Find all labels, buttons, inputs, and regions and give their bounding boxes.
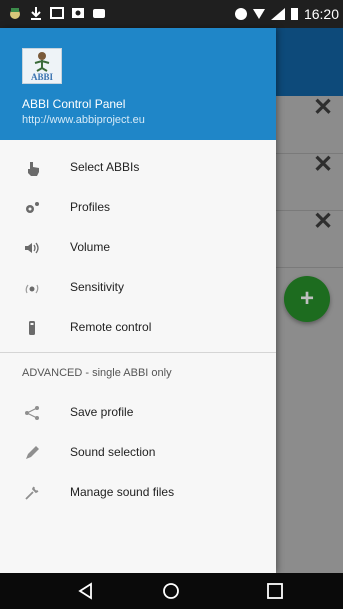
screenshot-icon [50, 7, 64, 19]
menu-item-remote-control[interactable]: Remote control [0, 308, 276, 348]
back-icon[interactable] [77, 582, 95, 600]
wrench-icon [25, 486, 39, 500]
pencil-icon [26, 446, 39, 459]
notification-android-icon [10, 8, 20, 19]
logo-text: ABBI [30, 72, 53, 82]
menu-item-label: Volume [70, 240, 111, 254]
image-icon [72, 8, 84, 18]
menu-item-select-abbis[interactable]: Select ABBIs [0, 148, 276, 188]
menu-item-label: Manage sound files [70, 485, 175, 499]
system-navigation-bar [0, 573, 343, 609]
drawer-menu: Select ABBIs Profiles Volume Sensitivity… [0, 148, 276, 513]
menu-item-label: Select ABBIs [70, 160, 140, 174]
menu-item-save-profile[interactable]: Save profile [0, 393, 276, 433]
drawer-header: ABBI ABBI Control Panel http://www.abbip… [0, 28, 276, 140]
remove-icon[interactable]: ✕ [311, 96, 335, 120]
menu-item-label: Remote control [70, 320, 152, 334]
status-bar: 16:20 [0, 0, 343, 28]
menu-item-sound-selection[interactable]: Sound selection [0, 433, 276, 473]
logo-figure-icon [34, 52, 50, 72]
battery-icon [290, 8, 298, 20]
add-button[interactable]: + [284, 276, 330, 322]
remove-icon[interactable]: ✕ [311, 153, 335, 177]
recents-icon[interactable] [266, 582, 284, 600]
remove-icon[interactable]: ✕ [311, 210, 335, 234]
hand-pointer-icon [28, 162, 39, 176]
signal-icon [270, 8, 285, 20]
menu-item-profiles[interactable]: Profiles [0, 188, 276, 228]
menu-item-label: Sound selection [70, 445, 156, 459]
volume-icon [25, 242, 39, 254]
message-icon [93, 9, 105, 18]
sensitivity-icon [25, 284, 39, 294]
abbi-logo: ABBI [22, 48, 62, 84]
menu-item-label: Profiles [70, 200, 111, 214]
share-icon [25, 406, 39, 420]
menu-item-label: Save profile [70, 405, 134, 419]
menu-item-manage-sound-files[interactable]: Manage sound files [0, 473, 276, 513]
home-icon[interactable] [162, 582, 180, 600]
status-time: 16:20 [303, 6, 339, 22]
menu-item-label: Sensitivity [70, 280, 125, 294]
download-icon [31, 7, 41, 20]
remote-icon [29, 321, 35, 335]
menu-item-sensitivity[interactable]: Sensitivity [0, 268, 276, 308]
gears-icon [26, 202, 39, 213]
sync-icon [234, 8, 247, 20]
app-title: ABBI Control Panel [22, 97, 126, 111]
menu-item-volume[interactable]: Volume [0, 228, 276, 268]
app-url: http://www.abbiproject.eu [22, 114, 145, 126]
advanced-section-header: ADVANCED - single ABBI only [22, 367, 172, 379]
wifi-icon [252, 9, 265, 19]
navigation-drawer: ABBI ABBI Control Panel http://www.abbip… [0, 28, 276, 573]
